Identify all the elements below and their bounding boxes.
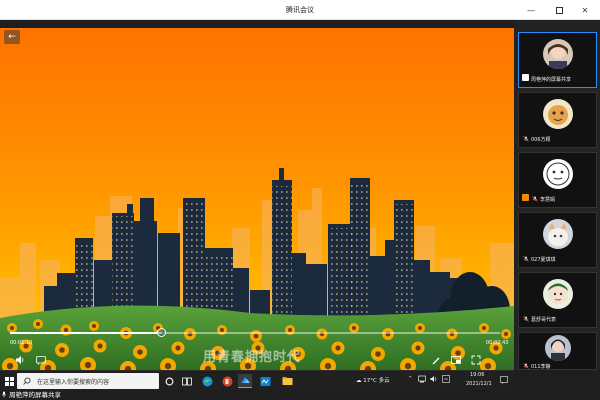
screen-share-banner: 周艳萍的屏幕共享 <box>1 389 61 399</box>
maximize-icon[interactable] <box>548 0 570 20</box>
video-frame <box>0 28 514 370</box>
weather-description: 多云 <box>378 378 390 384</box>
participant-name: 011李静 <box>531 364 551 370</box>
ime-icon[interactable] <box>442 375 450 385</box>
cortana-icon[interactable] <box>162 374 176 388</box>
avatar <box>543 39 573 69</box>
participant-name: 李慧娟 <box>540 197 556 203</box>
avatar <box>543 279 573 309</box>
mic-muted-icon <box>523 256 529 262</box>
share-banner-label: 周艳萍的屏幕共享 <box>9 391 61 399</box>
avatar <box>545 335 571 361</box>
participant-name: 葛舒哥代表 <box>531 317 557 323</box>
meeting-app-icon[interactable] <box>258 374 272 388</box>
mic-muted-icon <box>532 196 538 202</box>
participant-name: 027夏琪琪 <box>531 257 556 263</box>
file-explorer-icon[interactable] <box>280 374 294 388</box>
picture-in-picture-icon[interactable] <box>450 354 462 366</box>
participant-tile[interactable]: 李慧娟 <box>518 152 597 208</box>
annotate-pen-icon[interactable] <box>430 354 442 366</box>
maximize-square-icon <box>555 6 563 14</box>
network-icon[interactable] <box>418 375 426 385</box>
tencent-meeting-taskbar-icon[interactable] <box>238 374 252 388</box>
mic-muted-icon <box>523 316 529 322</box>
participant-tile[interactable]: 006方颖 <box>518 92 597 148</box>
mic-muted-icon <box>523 136 529 142</box>
task-view-icon[interactable] <box>180 374 194 388</box>
video-watermark-text: 用青春拥抱时代 <box>203 350 302 365</box>
avatar <box>543 219 573 249</box>
notification-icon[interactable] <box>500 376 508 386</box>
minimize-icon[interactable]: — <box>520 0 542 20</box>
participant-name: 周艳萍的屏幕共享 <box>531 77 572 83</box>
avatar <box>543 159 573 189</box>
playback-progress-bar[interactable] <box>10 332 500 334</box>
participant-tile[interactable]: 周艳萍的屏幕共享 <box>518 32 597 88</box>
edge-browser-icon[interactable] <box>200 374 214 388</box>
host-badge-icon <box>522 194 529 201</box>
clock-date[interactable]: 2021/12/1 <box>466 381 492 387</box>
total-time: 00:02:43 <box>486 340 509 346</box>
search-placeholder: 在这里输入你要搜索的内容 <box>37 378 110 386</box>
window-title: 腾讯会议 <box>286 6 314 14</box>
search-icon <box>23 377 31 385</box>
microphone-icon <box>1 391 7 397</box>
meeting-window: 腾讯会议 — ✕ ← 00:01:10 00:02:43 用青春拥抱时代 周艳萍… <box>0 0 600 400</box>
participant-tile[interactable]: 027夏琪琪 <box>518 212 597 268</box>
clock-time[interactable]: 19:06 <box>470 372 484 378</box>
participant-tile[interactable]: 葛舒哥代表 <box>518 272 597 328</box>
cloud-icon: ☁ <box>356 378 362 384</box>
volume-icon[interactable] <box>14 354 26 366</box>
elapsed-time: 00:01:10 <box>10 340 33 346</box>
mic-muted-icon <box>523 363 529 369</box>
participant-tile[interactable]: 011李静 <box>518 332 597 370</box>
back-button[interactable]: ← <box>4 30 20 44</box>
bottom-strip <box>0 390 600 400</box>
participant-name: 006方颖 <box>531 137 551 143</box>
screen-share-icon <box>522 74 529 81</box>
weather-widget[interactable]: ☁ 17°C 多云 <box>356 376 390 384</box>
participant-sidebar: 周艳萍的屏幕共享 006方颖 李慧娟 027夏琪琪 葛舒哥代表 011李静 <box>514 20 600 370</box>
speaker-icon[interactable] <box>430 375 438 385</box>
windows-start-icon[interactable] <box>2 374 16 388</box>
weather-temperature: 17°C <box>363 378 377 384</box>
powerpoint-icon[interactable] <box>220 374 234 388</box>
avatar <box>543 99 573 129</box>
close-icon[interactable]: ✕ <box>574 0 596 20</box>
windows-taskbar: 在这里输入你要搜索的内容 ☁ 17°C 多云 ⌃ 19:06 2021/12/1 <box>0 370 514 390</box>
shared-screen: ← <box>0 28 514 370</box>
title-bar: 腾讯会议 — ✕ <box>0 0 600 20</box>
taskbar-search-box[interactable]: 在这里输入你要搜索的内容 <box>17 373 159 389</box>
arrow-left-icon: ← <box>8 32 16 42</box>
tray-overflow-icon[interactable]: ⌃ <box>408 376 413 382</box>
playback-progress-fill <box>10 332 162 334</box>
fullscreen-icon[interactable] <box>470 354 482 366</box>
subtitle-icon[interactable] <box>35 354 47 366</box>
